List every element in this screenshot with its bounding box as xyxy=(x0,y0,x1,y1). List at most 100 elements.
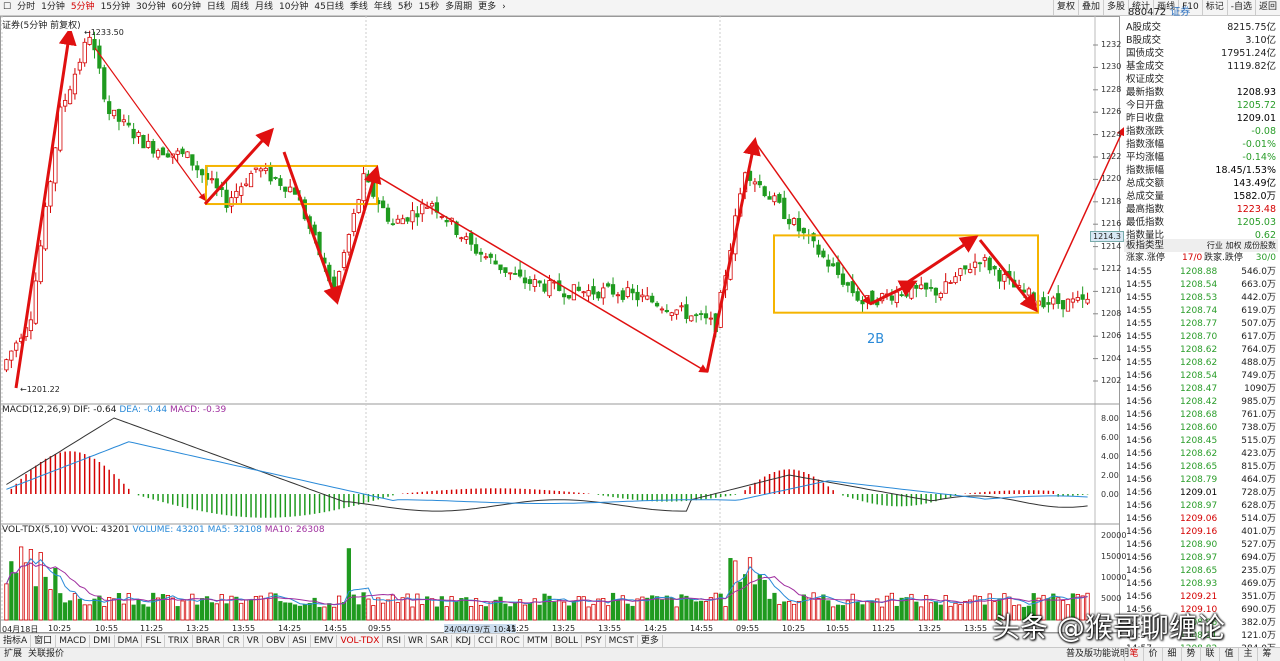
indicator-tab[interactable]: VR xyxy=(244,634,264,647)
indicator-tab[interactable]: ROC xyxy=(497,634,524,647)
vol-ma10: MA10: 26308 xyxy=(264,525,325,535)
status-button[interactable]: 笔 xyxy=(1124,648,1143,661)
stat-row: 昨日收盘 1209.01 xyxy=(1126,113,1276,124)
indicator-tab[interactable]: KDJ xyxy=(452,634,475,647)
macd-name: MACD(12,26,9) xyxy=(2,405,71,415)
period-tab[interactable]: 10分钟 xyxy=(276,0,311,15)
time-tick: 14:25 xyxy=(278,624,302,633)
vol-tick: 5000 xyxy=(1101,594,1122,603)
indicator-tab[interactable]: CCI xyxy=(475,634,498,647)
status-button[interactable]: 势 xyxy=(1181,648,1200,661)
indicator-tab[interactable]: WR xyxy=(405,634,428,647)
period-tab[interactable]: 季线 xyxy=(347,0,371,15)
status-button[interactable]: 联 xyxy=(1200,648,1219,661)
period-tab[interactable]: 周线 xyxy=(228,0,252,15)
indicator-tab[interactable]: TRIX xyxy=(165,634,193,647)
period-tab[interactable]: 多周期 xyxy=(442,0,475,15)
tick-row: 14:55 1208.88 546.0万 xyxy=(1126,267,1276,277)
indicator-tab[interactable]: PSY xyxy=(582,634,606,647)
indicator-tab[interactable]: RSI xyxy=(383,634,406,647)
board-type-row: 板指类型 行业 加权 成份股数 xyxy=(1124,239,1278,252)
indicator-tab[interactable]: EMV xyxy=(311,634,338,647)
macd-value: MACD: -0.39 xyxy=(170,405,227,415)
price-tick: 1232 xyxy=(1101,40,1122,49)
tick-row: 14:56 1209.16 401.0万 xyxy=(1126,527,1276,537)
stat-row: 今日开盘 1205.72 xyxy=(1126,100,1276,111)
indicator-tab[interactable]: ASI xyxy=(289,634,311,647)
time-tick: 13:55 xyxy=(232,624,256,633)
indicator-tab[interactable]: BRAR xyxy=(193,634,225,647)
time-tick: 13:25 xyxy=(918,624,942,633)
turnover-row: 权证成交 xyxy=(1126,74,1165,85)
period-tab[interactable]: 60分钟 xyxy=(168,0,203,15)
indicator-tab[interactable]: 窗口 xyxy=(31,634,57,647)
period-tab[interactable]: 5秒 xyxy=(395,0,416,15)
price-tick: 1218 xyxy=(1101,196,1122,206)
period-tab[interactable]: 月线 xyxy=(252,0,276,15)
kline-chart[interactable] xyxy=(0,16,1124,634)
stat-row: 总成交量 1582.0万 xyxy=(1126,191,1276,202)
stat-row: 指数涨跌 -0.08 xyxy=(1126,126,1276,137)
status-button[interactable]: 细 xyxy=(1162,648,1181,661)
toolbar-button[interactable]: 返回 xyxy=(1254,0,1280,15)
time-tick: 11:25 xyxy=(872,624,896,633)
period-tab[interactable]: 日线 xyxy=(204,0,228,15)
price-tick: 1228 xyxy=(1101,84,1122,94)
stat-row: 总成交额 143.49亿 xyxy=(1126,178,1276,189)
tick-row: 14:56 1208.97 694.0万 xyxy=(1126,553,1276,563)
help-link[interactable]: 普及版功能说明 xyxy=(1066,648,1129,661)
period-tab[interactable]: 年线 xyxy=(371,0,395,15)
indicator-tab[interactable]: FSL xyxy=(142,634,166,647)
macd-legend: MACD(12,26,9) DIF: -0.64 DEA: -0.44 MACD… xyxy=(2,405,226,415)
indicator-tab[interactable]: OBV xyxy=(263,634,290,647)
status-button[interactable]: 筹 xyxy=(1257,648,1276,661)
indicator-tab[interactable]: CR xyxy=(224,634,244,647)
toolbar-button[interactable]: 复权 xyxy=(1053,0,1078,15)
stat-row: 指数振幅 18.45/1.53% xyxy=(1126,165,1276,176)
status-button[interactable]: 主 xyxy=(1238,648,1257,661)
toolbar-button[interactable]: 标记 xyxy=(1201,0,1227,15)
indicator-tab[interactable]: DMA xyxy=(115,634,143,647)
tick-row: 14:55 1208.62 488.0万 xyxy=(1126,358,1276,368)
tick-row: 14:56 1208.93 469.0万 xyxy=(1126,579,1276,589)
period-tab[interactable]: 5分钟 xyxy=(68,0,98,15)
period-tab[interactable]: 30分钟 xyxy=(133,0,168,15)
high-price-label: ←1233.50 xyxy=(84,28,124,37)
period-tab[interactable]: 分时 xyxy=(14,0,38,15)
indicator-tab[interactable]: SAR xyxy=(427,634,453,647)
price-tick: 1206 xyxy=(1101,331,1122,341)
tick-row: 14:56 1208.65 235.0万 xyxy=(1126,566,1276,576)
period-tab[interactable]: 45日线 xyxy=(311,0,346,15)
price-tick: 1222 xyxy=(1101,152,1122,161)
indicator-tab[interactable]: 指标A xyxy=(0,634,32,647)
macd-tick: 0.00 xyxy=(1101,490,1119,499)
toolbar-button[interactable]: 叠加 xyxy=(1078,0,1103,15)
time-tick: 14:25 xyxy=(644,624,668,633)
menu-icon[interactable]: ☐ xyxy=(0,0,14,15)
stat-row: 最新指数 1208.93 xyxy=(1126,87,1276,98)
indicator-tab[interactable]: BOLL xyxy=(552,634,583,647)
expand-button[interactable]: 扩展 xyxy=(4,648,22,661)
indicator-tab[interactable]: 更多 xyxy=(638,634,663,647)
tick-row: 14:55 1208.70 617.0万 xyxy=(1126,332,1276,342)
indicator-tab[interactable]: VOL-TDX xyxy=(337,634,384,647)
tick-row: 14:56 1208.60 738.0万 xyxy=(1126,423,1276,433)
price-tick: 1226 xyxy=(1101,107,1122,117)
tick-row: 14:56 1209.06 514.0万 xyxy=(1126,514,1276,524)
indicator-tab[interactable]: DMI xyxy=(90,634,115,647)
period-tab[interactable]: 15分钟 xyxy=(98,0,133,15)
related-quotes-button[interactable]: 关联报价 xyxy=(28,648,64,661)
price-cursor-tag: 1214.3 xyxy=(1090,231,1124,242)
period-tab[interactable]: 1分钟 xyxy=(38,0,68,15)
indicator-tab[interactable]: MTM xyxy=(524,634,552,647)
toolbar-button[interactable]: -自选 xyxy=(1226,0,1255,15)
period-tab[interactable]: 更多 xyxy=(475,0,499,15)
status-button[interactable]: 价 xyxy=(1143,648,1162,661)
period-tab[interactable]: 15秒 xyxy=(416,0,442,15)
more-arrow-icon[interactable]: › xyxy=(499,0,509,15)
indicator-tab[interactable]: MACD xyxy=(56,634,91,647)
indicator-tab[interactable]: MCST xyxy=(606,634,638,647)
toolbar-button[interactable]: 多股 xyxy=(1103,0,1128,15)
status-button[interactable]: 值 xyxy=(1219,648,1238,661)
tick-row: 14:56 1208.79 464.0万 xyxy=(1126,475,1276,485)
